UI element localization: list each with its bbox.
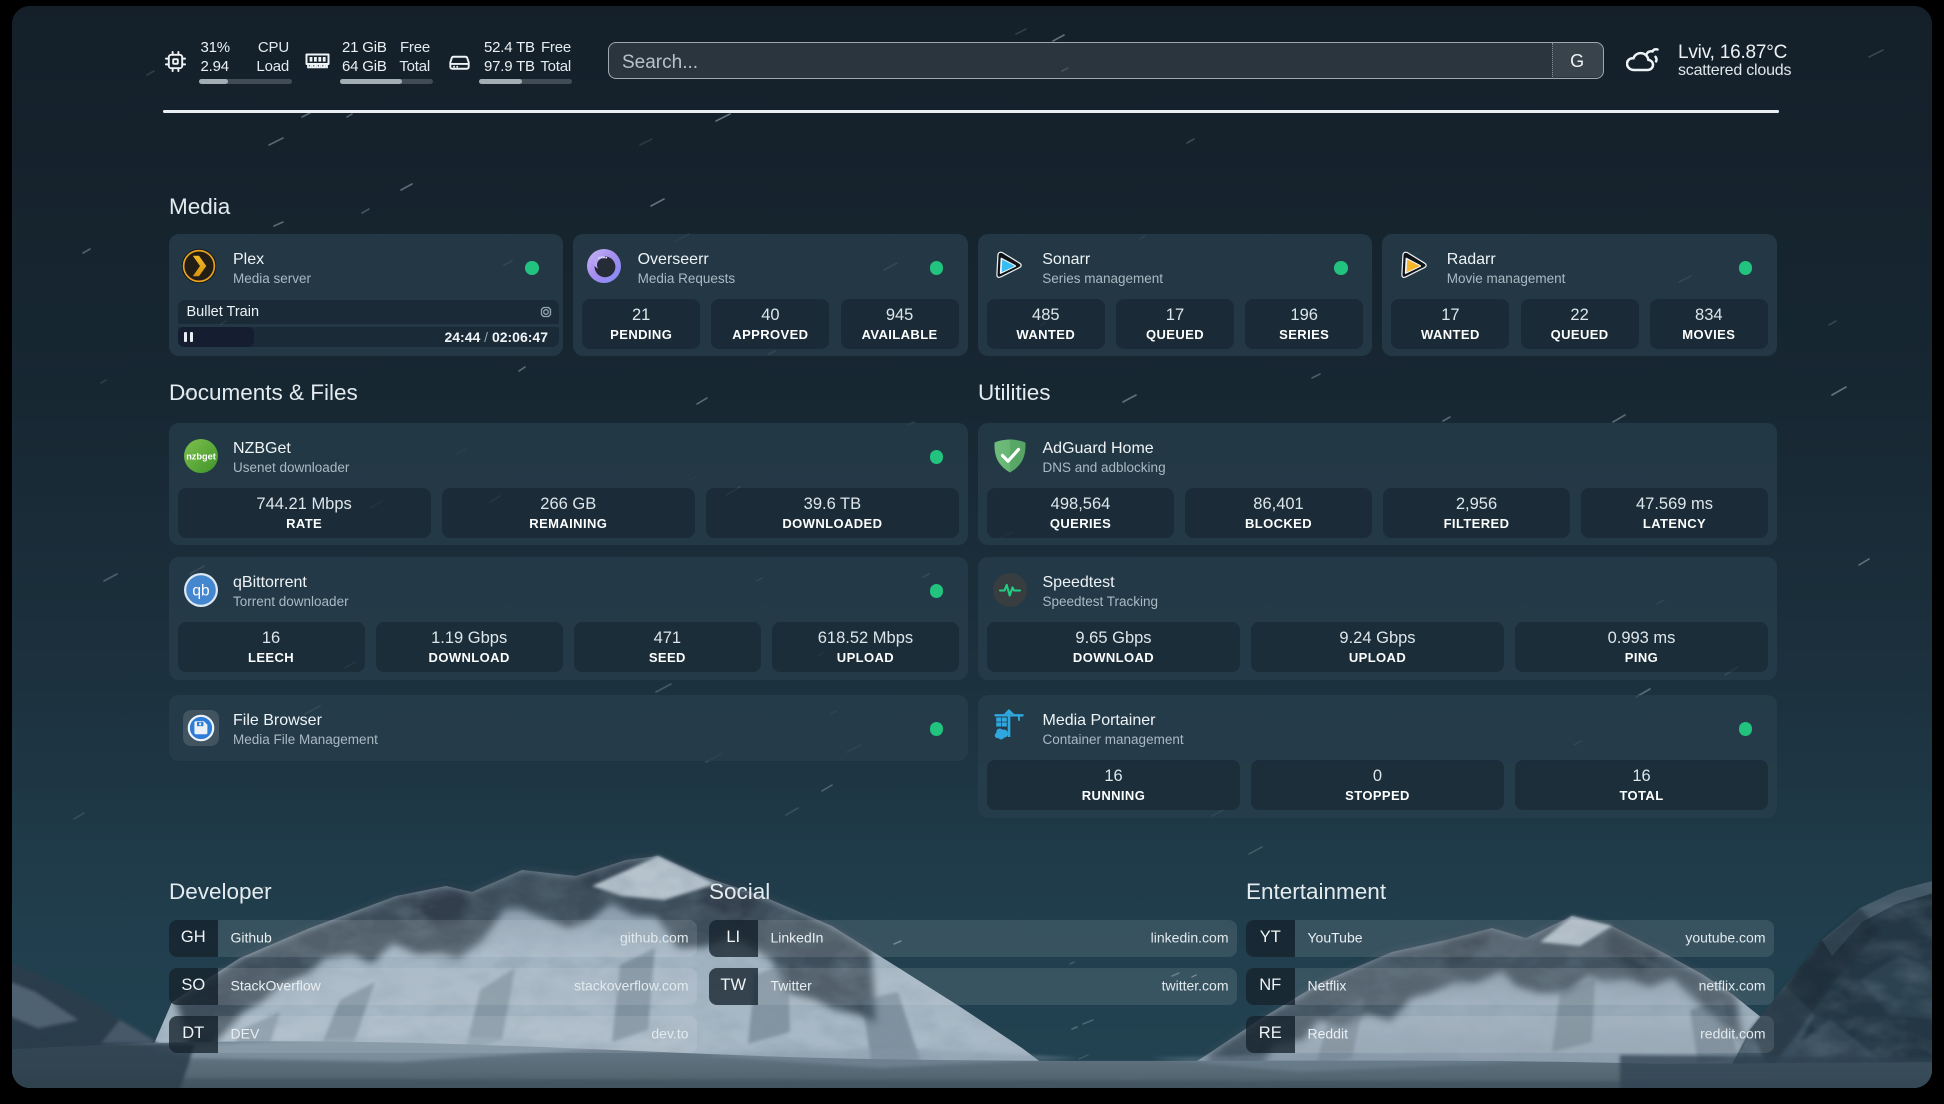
svg-text:qb: qb [192, 583, 209, 600]
svg-text:nzbget: nzbget [186, 452, 216, 462]
